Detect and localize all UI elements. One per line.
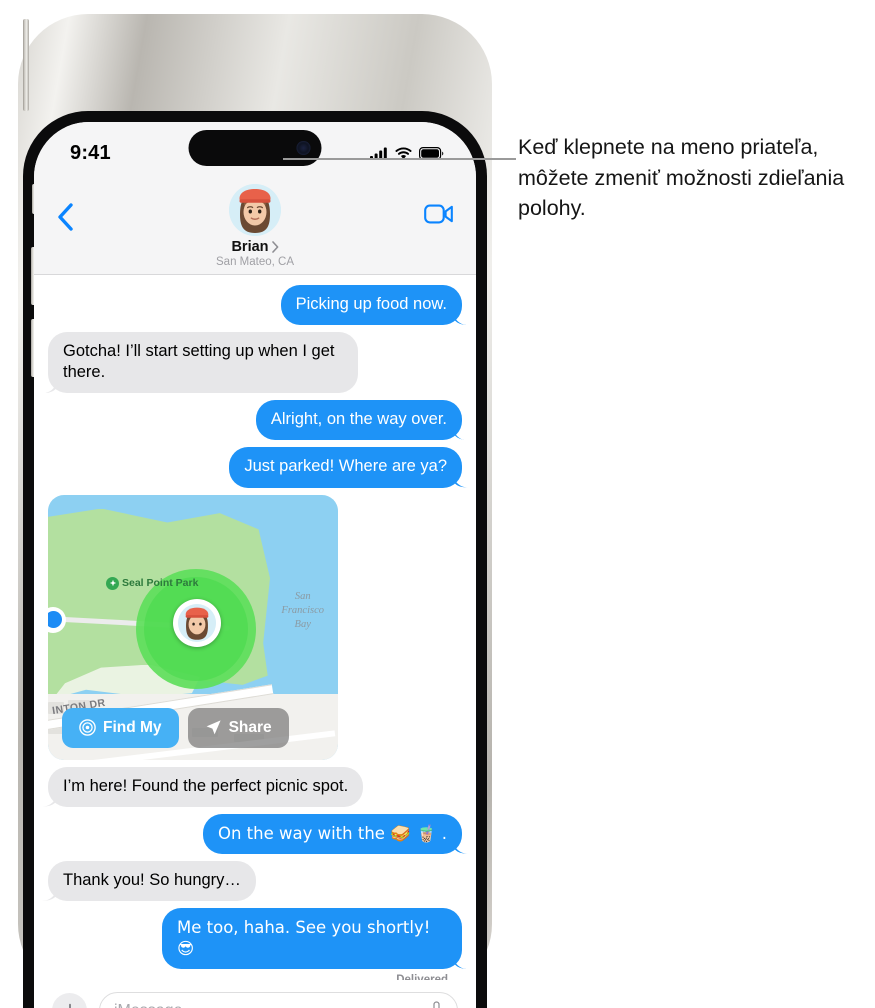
facetime-button[interactable] — [424, 204, 454, 229]
message-bubble-incoming[interactable]: Thank you! So hungry… — [48, 860, 256, 901]
message-input[interactable]: iMessage — [99, 992, 458, 1008]
share-label: Share — [228, 718, 272, 736]
message-row: I’m here! Found the perfect picnic spot. — [48, 766, 462, 807]
status-bar-icons — [370, 141, 444, 160]
contact-header[interactable]: Brian San Mateo, CA — [34, 184, 476, 268]
plus-icon — [68, 1003, 71, 1008]
find-my-button[interactable]: Find My — [62, 707, 179, 748]
status-bar: 9:41 — [34, 122, 476, 178]
delivery-status: Delivered — [48, 974, 462, 980]
message-row: Alright, on the way over. — [48, 400, 462, 441]
memoji-avatar-icon — [229, 184, 281, 236]
message-bubble-outgoing[interactable]: Picking up food now. — [280, 285, 462, 326]
conversation-header: Brian San Mateo, CA — [34, 178, 476, 275]
message-thread[interactable]: Picking up food now. Gotcha! I’ll start … — [34, 275, 476, 980]
location-attachment[interactable]: INTON DR San Francisco Bay Seal Point Pa… — [48, 494, 338, 760]
message-composer: iMessage — [34, 980, 476, 1008]
message-row: Gotcha! I’ll start setting up when I get… — [48, 332, 462, 394]
message-row: Me too, haha. See you shortly! 😎 — [48, 907, 462, 970]
find-my-label: Find My — [103, 718, 162, 736]
message-row: Picking up food now. — [48, 285, 462, 326]
message-row-map: INTON DR San Francisco Bay Seal Point Pa… — [48, 494, 462, 760]
bay-label-line: Bay — [294, 618, 311, 630]
power-button[interactable] — [23, 19, 29, 111]
iphone-frame: 9:41 Brian San Mateo, CA Picking up food… — [18, 14, 492, 1008]
map-action-buttons: Find My Share — [62, 707, 289, 748]
bay-label-line: Francisco — [281, 604, 324, 616]
contact-name-row[interactable]: Brian — [231, 239, 278, 255]
message-row: On the way with the 🥪 🧋 . — [48, 813, 462, 854]
callout-text: Keď klepnete na meno priateľa, môžete zm… — [518, 135, 845, 221]
screenshot-stage: 9:41 Brian San Mateo, CA Picking up food… — [0, 0, 875, 1008]
message-bubble-outgoing[interactable]: Just parked! Where are ya? — [229, 447, 462, 488]
avatar[interactable] — [229, 184, 281, 236]
message-row: Just parked! Where are ya? — [48, 447, 462, 488]
message-row: Thank you! So hungry… — [48, 860, 462, 901]
message-bubble-outgoing[interactable]: Alright, on the way over. — [255, 400, 462, 441]
friend-location-pin[interactable] — [173, 598, 221, 647]
map-park-marker[interactable]: Seal Point Park — [106, 576, 199, 590]
phone-bezel: 9:41 Brian San Mateo, CA Picking up food… — [23, 111, 487, 1008]
contact-location: San Mateo, CA — [216, 256, 294, 268]
park-label: Seal Point Park — [122, 577, 199, 590]
contact-name: Brian — [231, 239, 269, 255]
bay-label-line: San — [294, 590, 311, 602]
status-bar-clock: 9:41 — [70, 141, 111, 164]
message-bubble-incoming[interactable]: I’m here! Found the perfect picnic spot. — [48, 766, 364, 807]
back-button[interactable] — [56, 202, 74, 237]
park-marker-icon — [106, 576, 119, 590]
share-arrow-icon — [206, 720, 221, 735]
microphone-icon[interactable] — [430, 1001, 443, 1008]
message-bubble-outgoing[interactable]: On the way with the 🥪 🧋 . — [202, 813, 462, 854]
chevron-left-icon — [58, 203, 73, 231]
facetime-video-icon — [424, 204, 453, 224]
find-my-radar-icon — [79, 719, 96, 736]
pin-memoji-icon — [178, 603, 216, 642]
phone-screen: 9:41 Brian San Mateo, CA Picking up food… — [34, 122, 476, 1008]
callout-leader-line — [283, 158, 516, 160]
chevron-right-icon — [271, 241, 278, 253]
attachment-plus-button[interactable] — [52, 993, 87, 1008]
message-input-placeholder: iMessage — [114, 1002, 430, 1008]
share-button[interactable]: Share — [187, 707, 289, 748]
front-camera-icon — [296, 141, 311, 155]
map-preview[interactable]: INTON DR San Francisco Bay Seal Point Pa… — [48, 494, 338, 760]
dynamic-island — [188, 130, 322, 166]
message-bubble-incoming[interactable]: Gotcha! I’ll start setting up when I get… — [48, 332, 358, 394]
message-bubble-outgoing[interactable]: Me too, haha. See you shortly! 😎 — [162, 907, 462, 970]
map-bay-label: San Francisco Bay — [281, 590, 324, 633]
